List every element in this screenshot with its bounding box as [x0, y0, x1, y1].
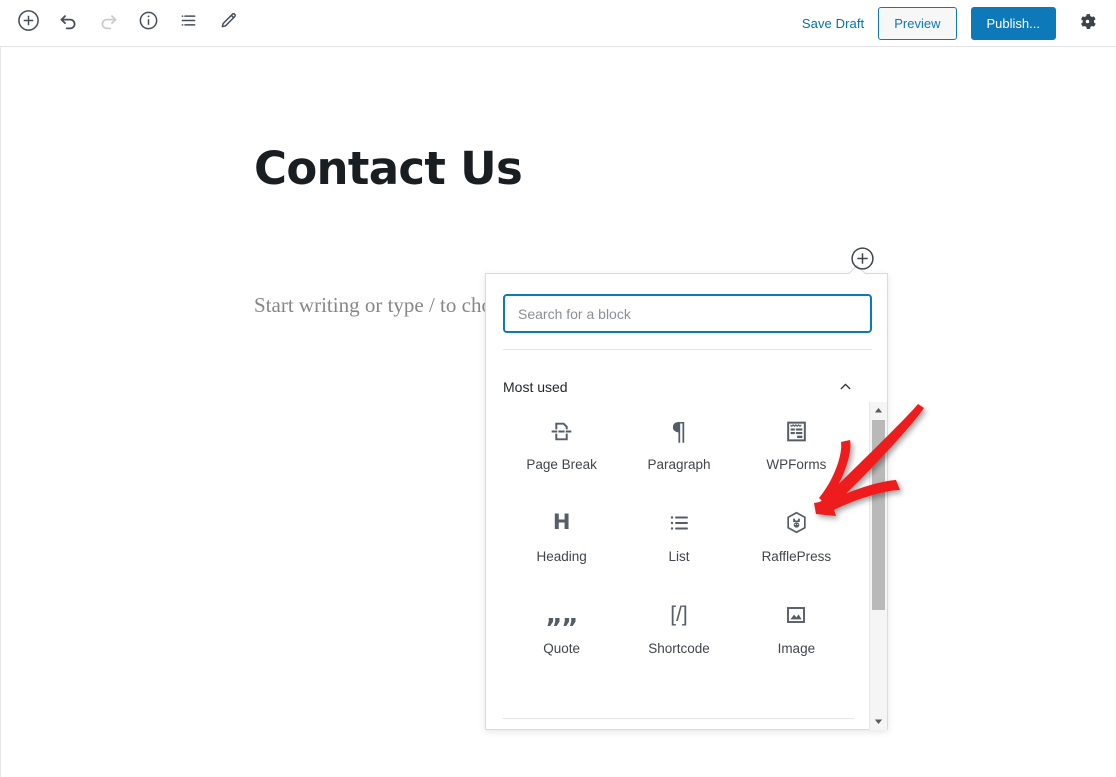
panel-header-most-used[interactable]: Most used	[503, 378, 854, 395]
block-list-icon	[178, 10, 199, 36]
toolbar-left-group	[0, 6, 245, 40]
block-inserter-toggle[interactable]	[849, 246, 876, 276]
paragraph-pilcrow-icon: ¶	[671, 416, 687, 446]
chevron-up-icon[interactable]	[837, 378, 854, 395]
block-item-wpforms[interactable]: WPForms	[738, 412, 855, 477]
block-search-input[interactable]	[503, 294, 872, 333]
wpforms-form-icon	[784, 416, 809, 446]
block-type-grid: Page Break ¶ Paragraph WPForms H Heading…	[503, 412, 855, 661]
info-circle-icon	[138, 10, 159, 36]
shortcode-brackets-icon: [/]	[670, 603, 688, 627]
undo-icon	[58, 10, 79, 36]
block-item-shortcode[interactable]: [/] Shortcode	[620, 596, 737, 661]
settings-button[interactable]	[1072, 9, 1102, 39]
rafflepress-hexagon-icon	[784, 508, 809, 538]
block-label: Paragraph	[647, 457, 711, 472]
preview-button[interactable]: Preview	[878, 7, 957, 40]
block-label: Page Break	[526, 457, 597, 472]
block-item-paragraph[interactable]: ¶ Paragraph	[620, 412, 737, 477]
quote-marks-icon: „„	[545, 599, 579, 630]
gear-icon	[1077, 11, 1098, 37]
scrollbar-thumb[interactable]	[872, 420, 885, 610]
plus-circle-icon	[17, 9, 40, 37]
page-break-icon	[549, 416, 574, 446]
heading-h-icon: H	[552, 510, 571, 535]
image-picture-icon	[784, 600, 808, 630]
scroll-down-arrow-icon[interactable]	[870, 713, 887, 730]
block-item-image[interactable]: Image	[738, 596, 855, 661]
scroll-up-arrow-icon[interactable]	[870, 402, 887, 419]
block-label: Shortcode	[648, 640, 710, 656]
panel-bottom-divider	[503, 718, 854, 719]
add-block-button[interactable]	[11, 6, 45, 40]
block-label: List	[668, 548, 690, 564]
publish-button[interactable]: Publish...	[970, 7, 1056, 40]
block-item-page-break[interactable]: Page Break	[503, 412, 620, 477]
block-label: Heading	[536, 548, 587, 564]
save-draft-button[interactable]: Save Draft	[802, 16, 864, 31]
plus-circle-icon	[850, 246, 875, 276]
toolbar-right-group: Save Draft Preview Publish...	[802, 0, 1102, 47]
block-label: Quote	[543, 640, 581, 656]
block-inserter-popover: Most used	[485, 273, 888, 730]
content-info-button[interactable]	[131, 6, 165, 40]
block-search-wrapper	[503, 294, 872, 333]
block-label: RafflePress	[761, 548, 832, 564]
pencil-icon	[218, 10, 239, 36]
redo-icon	[98, 10, 119, 36]
block-item-quote[interactable]: „„ Quote	[503, 596, 620, 661]
editor-toolbar: Save Draft Preview Publish...	[0, 0, 1116, 47]
wordpress-block-editor: Save Draft Preview Publish... Contact Us…	[0, 0, 1116, 777]
inserter-scrollbar[interactable]	[869, 402, 887, 730]
block-item-rafflepress[interactable]: RafflePress	[738, 504, 855, 569]
redo-button[interactable]	[91, 6, 125, 40]
bullet-list-icon	[667, 508, 691, 538]
block-label: Image	[777, 640, 816, 656]
page-title[interactable]: Contact Us	[254, 142, 523, 195]
inserter-scroll-area: Most used Page Break ¶ Paragraph WPForms…	[486, 350, 887, 729]
panel-title: Most used	[503, 378, 568, 395]
block-item-list[interactable]: List	[620, 504, 737, 569]
block-label: WPForms	[766, 457, 827, 472]
block-item-heading[interactable]: H Heading	[503, 504, 620, 569]
undo-button[interactable]	[51, 6, 85, 40]
edit-mode-button[interactable]	[211, 6, 245, 40]
block-navigation-button[interactable]	[171, 6, 205, 40]
